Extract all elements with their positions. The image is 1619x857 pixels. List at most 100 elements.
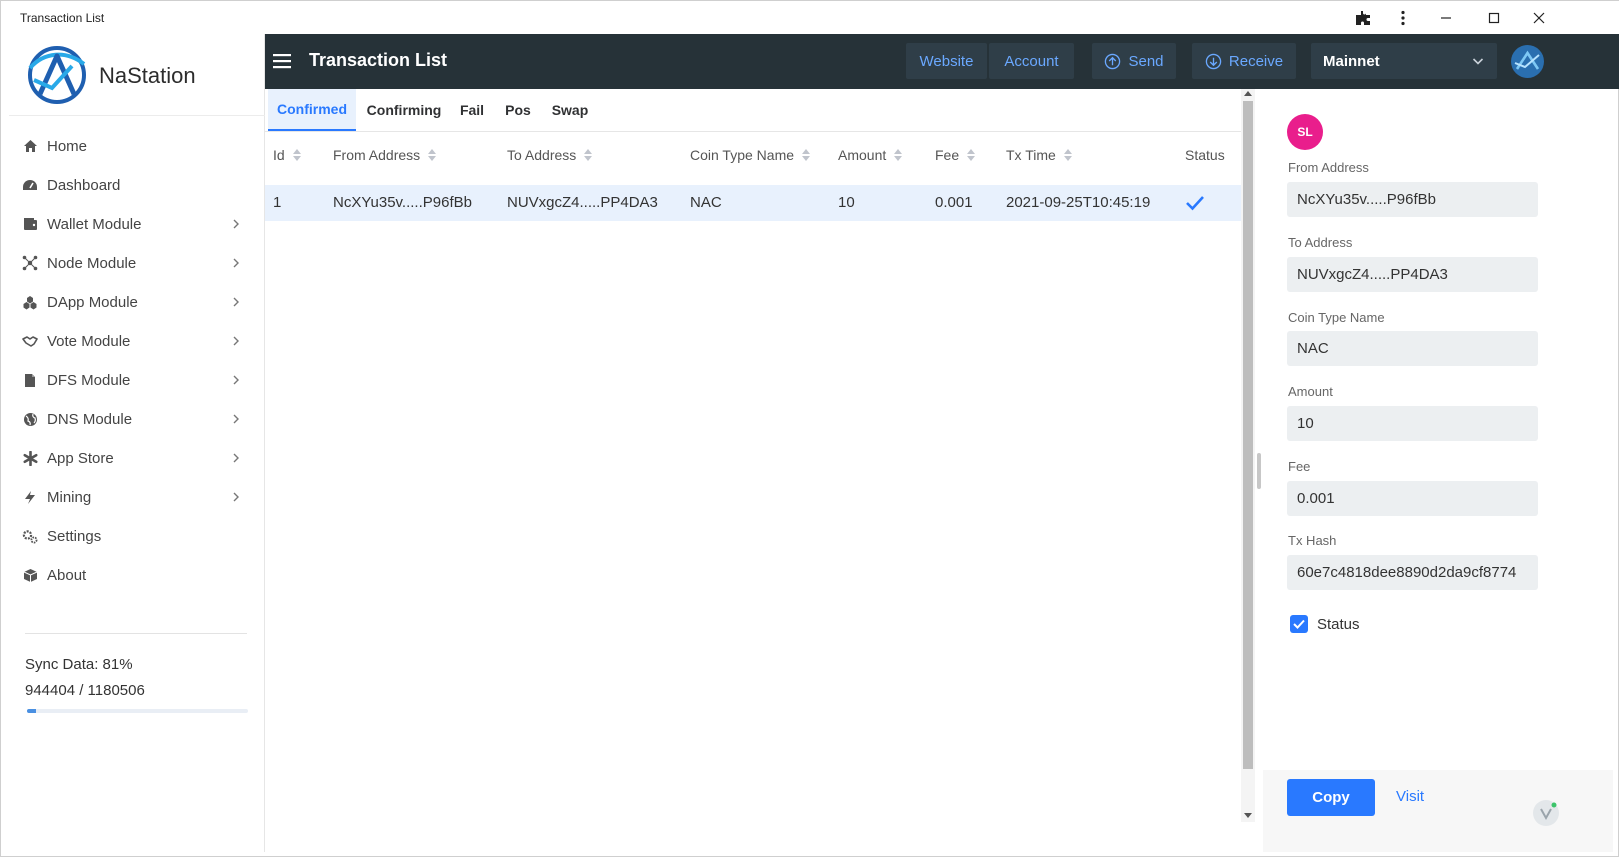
sidebar-item-dapp-module[interactable]: DApp Module: [9, 282, 265, 322]
receive-button[interactable]: Receive: [1192, 43, 1296, 79]
column-label: Coin Type Name: [690, 147, 795, 163]
column-header-id[interactable]: Id: [273, 147, 301, 163]
page-title: Transaction List: [309, 50, 448, 70]
dashboard-icon: [22, 177, 38, 193]
to-address-field[interactable]: NUVxgcZ4.....PP4DA3: [1287, 257, 1538, 292]
scrollbar-thumb[interactable]: [1243, 101, 1253, 769]
cell-tx-time: 2021-09-25T10:45:19: [1006, 194, 1151, 211]
column-header-tx-time[interactable]: Tx Time: [1006, 147, 1072, 163]
check-icon: [1293, 619, 1305, 629]
panel-footer: Copy Visit: [1263, 770, 1613, 852]
table-row[interactable]: 1 NcXYu35v.....P96fBb NUVxgcZ4.....PP4DA…: [265, 185, 1241, 221]
panel-resize-handle[interactable]: [1257, 453, 1261, 489]
sidebar-item-label: Vote Module: [47, 332, 131, 350]
sidebar-item-vote-module[interactable]: Vote Module: [9, 321, 265, 361]
sidebar-item-dns-module[interactable]: DNS Module: [9, 399, 265, 439]
account-button-label: Account: [1004, 52, 1059, 70]
sort-icon[interactable]: [292, 149, 301, 161]
minimize-icon[interactable]: [1426, 5, 1466, 31]
chevron-right-icon: [233, 258, 239, 268]
tx-hash-label: Tx Hash: [1288, 533, 1337, 548]
tab-pos[interactable]: Pos: [497, 89, 539, 131]
scroll-up-icon[interactable]: [1244, 91, 1252, 96]
dapp-icon: [22, 294, 38, 310]
sort-icon[interactable]: [1063, 149, 1072, 161]
column-header-fee[interactable]: Fee: [935, 147, 976, 163]
cell-coin-type: NAC: [690, 194, 722, 211]
sort-icon[interactable]: [428, 149, 437, 161]
sidebar-item-home[interactable]: Home: [9, 126, 265, 166]
sidebar-item-wallet-module[interactable]: Wallet Module: [9, 204, 265, 244]
sidebar-item-node-module[interactable]: Node Module: [9, 243, 265, 283]
maximize-icon[interactable]: [1474, 5, 1514, 31]
sidebar-item-app-store[interactable]: App Store: [9, 438, 265, 478]
table-scrollbar[interactable]: [1241, 89, 1255, 822]
sidebar-item-about[interactable]: About: [9, 555, 265, 595]
tab-swap[interactable]: Swap: [545, 89, 595, 131]
app-window: Transaction List NaStation Home Dashboar…: [0, 0, 1619, 857]
fee-field[interactable]: 0.001: [1287, 481, 1538, 516]
transaction-details-panel: SL From Address NcXYu35v.....P96fBb To A…: [1263, 89, 1613, 852]
tab-confirmed[interactable]: Confirmed: [268, 89, 356, 131]
column-header-to-address[interactable]: To Address: [507, 147, 593, 163]
chevron-right-icon: [233, 414, 239, 424]
status-tabs: Confirmed Confirming Fail Pos Swap: [265, 89, 1241, 132]
coin-type-label: Coin Type Name: [1288, 310, 1385, 325]
chevron-right-icon: [233, 375, 239, 385]
more-options-icon[interactable]: [1383, 5, 1423, 31]
sidebar: NaStation Home Dashboard Wallet Module N…: [9, 34, 265, 852]
app-header: Transaction List Website Account Send Re…: [265, 34, 1619, 89]
chevron-right-icon: [233, 297, 239, 307]
user-avatar[interactable]: [1511, 45, 1544, 78]
tx-hash-field[interactable]: 60e7c4818dee8890d2da9cf8774: [1287, 555, 1538, 590]
tab-fail[interactable]: Fail: [452, 89, 492, 131]
visit-link[interactable]: Visit: [1396, 788, 1424, 805]
sort-icon[interactable]: [894, 149, 903, 161]
coin-type-field[interactable]: NAC: [1287, 331, 1538, 366]
column-header-amount[interactable]: Amount: [838, 147, 903, 163]
tab-label: Confirming: [366, 102, 442, 118]
upload-circle-icon: [1105, 53, 1121, 69]
network-select[interactable]: Mainnet: [1311, 43, 1497, 79]
sync-progress-bar: [27, 709, 248, 713]
send-button-label: Send: [1128, 52, 1164, 70]
sort-icon[interactable]: [967, 149, 976, 161]
column-header-coin-type[interactable]: Coin Type Name: [690, 147, 811, 163]
tab-confirming[interactable]: Confirming: [358, 89, 450, 131]
hamburger-menu-icon[interactable]: [273, 52, 293, 70]
website-button[interactable]: Website: [906, 43, 987, 79]
column-label: To Address: [507, 147, 577, 163]
home-icon: [22, 138, 38, 154]
sidebar-item-label: DFS Module: [47, 371, 131, 389]
scroll-down-icon[interactable]: [1244, 813, 1252, 818]
sidebar-item-label: Settings: [47, 527, 102, 545]
amount-field[interactable]: 10: [1287, 406, 1538, 441]
column-label: Status: [1185, 147, 1225, 163]
assistant-icon[interactable]: [1533, 800, 1559, 826]
column-header-from-address[interactable]: From Address: [333, 147, 437, 163]
sidebar-item-label: About: [47, 566, 87, 584]
close-icon[interactable]: [1519, 5, 1559, 31]
column-label: From Address: [333, 147, 421, 163]
sidebar-item-mining[interactable]: Mining: [9, 477, 265, 517]
send-button[interactable]: Send: [1092, 43, 1176, 79]
sort-icon[interactable]: [802, 149, 811, 161]
copy-button[interactable]: Copy: [1287, 779, 1375, 816]
chevron-right-icon: [233, 219, 239, 229]
nastation-logo-icon: [28, 46, 86, 104]
sort-icon[interactable]: [584, 149, 593, 161]
account-button[interactable]: Account: [989, 43, 1074, 79]
sidebar-item-dashboard[interactable]: Dashboard: [9, 165, 265, 205]
sidebar-item-settings[interactable]: Settings: [9, 516, 265, 556]
cell-to-address: NUVxgcZ4.....PP4DA3: [507, 194, 658, 211]
sidebar-item-label: DNS Module: [47, 410, 133, 428]
column-label: Fee: [935, 147, 960, 163]
tab-label: Fail: [459, 102, 485, 118]
from-address-field[interactable]: NcXYu35v.....P96fBb: [1287, 182, 1538, 217]
status-checkbox[interactable]: [1290, 615, 1308, 633]
extension-icon[interactable]: [1343, 5, 1383, 31]
sidebar-item-label: App Store: [47, 449, 114, 467]
chevron-down-icon: [1472, 58, 1484, 65]
checkmark-icon: [1186, 196, 1204, 211]
sidebar-item-dfs-module[interactable]: DFS Module: [9, 360, 265, 400]
